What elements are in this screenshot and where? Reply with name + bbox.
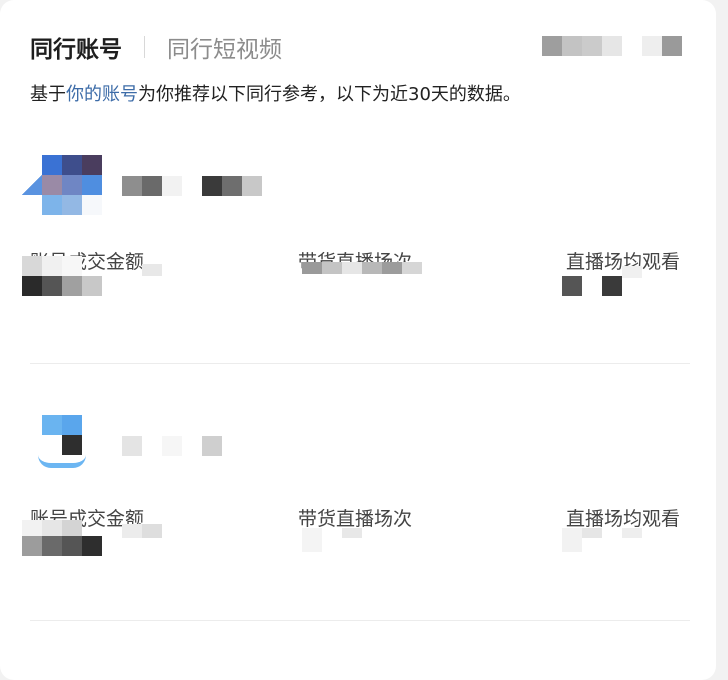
metric-label-avg-views: 直播场均观看 [566,508,681,530]
account-divider [30,620,690,621]
redacted-metric-value-live-count [302,262,424,276]
peer-recommendation-card: 同行账号 同行短视频 基于你的账号为你推荐以下同行参考，以下为近30天的数据。 [0,0,716,680]
redacted-metric-value-gmv [22,256,164,296]
tab-bar: 同行账号 同行短视频 [30,30,282,64]
tab-peer-short-videos[interactable]: 同行短视频 [167,30,282,64]
description-suffix: 为你推荐以下同行参考，以下为近30天的数据。 [138,84,521,105]
account-avatar [22,415,104,477]
redacted-metric-value-avg-views [562,266,642,296]
metric-label-live-count: 带货直播场次 [298,508,413,530]
account-divider [30,363,690,364]
description-prefix: 基于 [30,84,66,105]
recommendation-description: 基于你的账号为你推荐以下同行参考，以下为近30天的数据。 [30,80,521,106]
tab-divider [144,36,145,58]
your-account-link[interactable]: 你的账号 [66,84,138,105]
redacted-metric-value-avg-views [562,528,644,556]
redacted-account-name [122,436,224,456]
tab-peer-accounts[interactable]: 同行账号 [30,30,122,64]
account-avatar [22,155,104,217]
redacted-account-name [122,176,264,196]
redacted-metric-value-gmv [22,520,164,560]
redacted-header-action[interactable] [542,36,684,56]
redacted-metric-value-live-count [302,528,384,556]
